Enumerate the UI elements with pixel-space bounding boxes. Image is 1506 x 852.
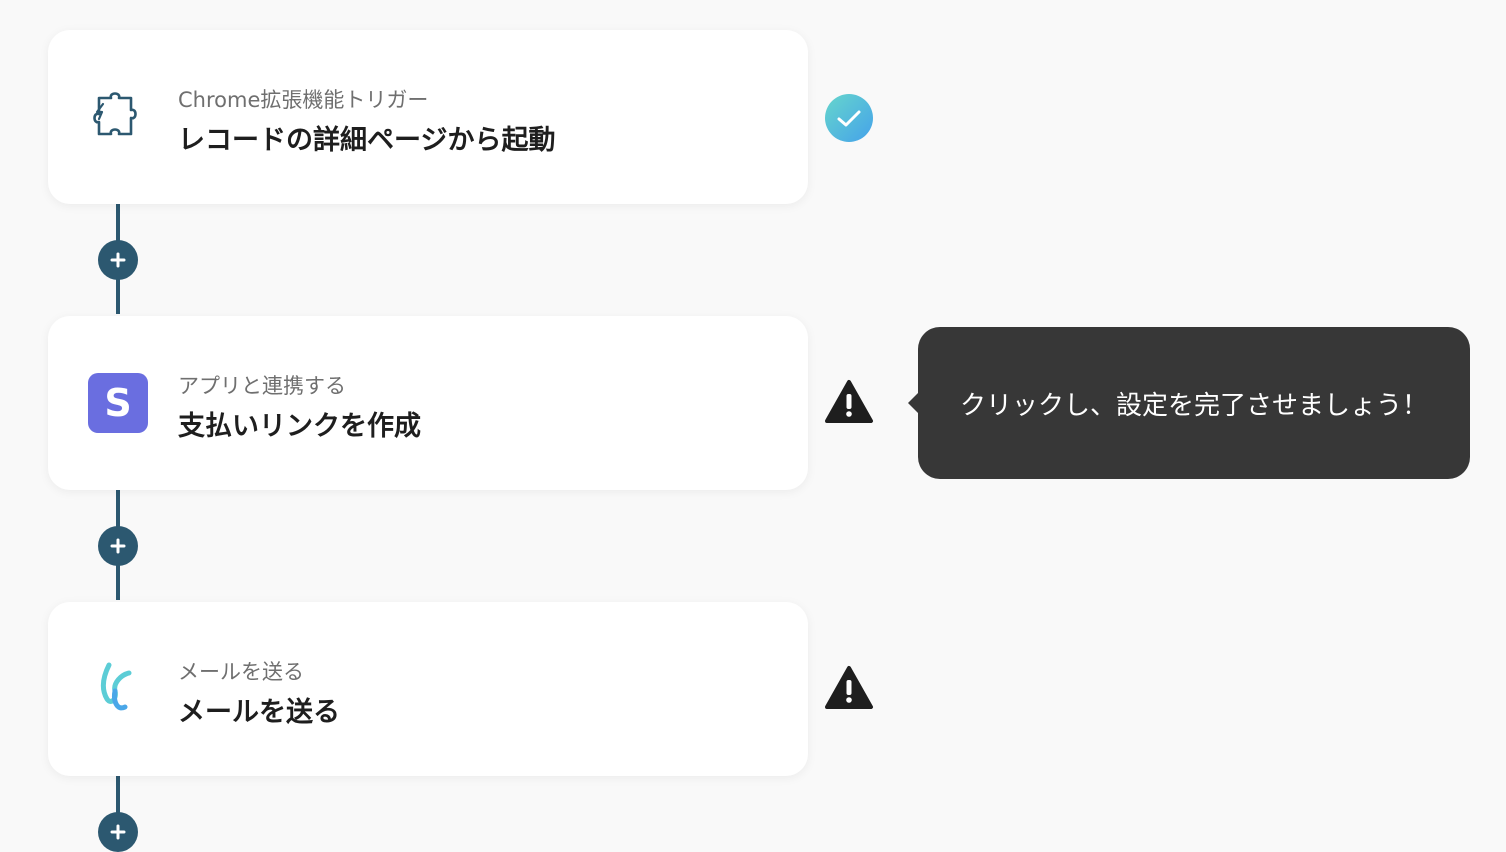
step-card-stripe[interactable]: S アプリと連携する 支払いリンクを作成 <box>48 316 808 490</box>
status-warning-badge <box>822 661 876 715</box>
plus-icon <box>110 824 126 840</box>
step-kind-label: アプリと連携する <box>178 374 346 398</box>
add-step-button[interactable] <box>98 240 138 280</box>
tooltip-arrow <box>908 393 918 413</box>
warning-icon <box>825 666 873 709</box>
add-step-button[interactable] <box>98 526 138 566</box>
add-step-button[interactable] <box>98 812 138 852</box>
warning-icon <box>825 380 873 423</box>
step-card-send-mail[interactable]: メールを送る メールを送る <box>48 602 808 776</box>
step-title: メールを送る <box>178 697 340 728</box>
puzzle-piece-icon <box>88 87 148 147</box>
mail-logo-icon <box>88 659 148 719</box>
step-kind-label: Chrome拡張機能トリガー <box>178 88 429 112</box>
stripe-logo-icon: S <box>88 373 148 433</box>
step-title: 支払いリンクを作成 <box>178 411 421 442</box>
stripe-logo-letter: S <box>88 373 148 433</box>
step-kind-label: メールを送る <box>178 660 304 684</box>
plus-icon <box>110 252 126 268</box>
plus-icon <box>110 538 126 554</box>
step-title: レコードの詳細ページから起動 <box>178 125 556 156</box>
tooltip-text: クリックし、設定を完了させましょう！ <box>959 390 1428 421</box>
step-card-trigger[interactable]: Chrome拡張機能トリガー レコードの詳細ページから起動 <box>48 30 808 204</box>
status-warning-badge <box>822 375 876 429</box>
setup-hint-tooltip: クリックし、設定を完了させましょう！ <box>908 327 1470 479</box>
checkmark-icon <box>825 94 873 142</box>
status-complete-badge <box>822 91 876 145</box>
